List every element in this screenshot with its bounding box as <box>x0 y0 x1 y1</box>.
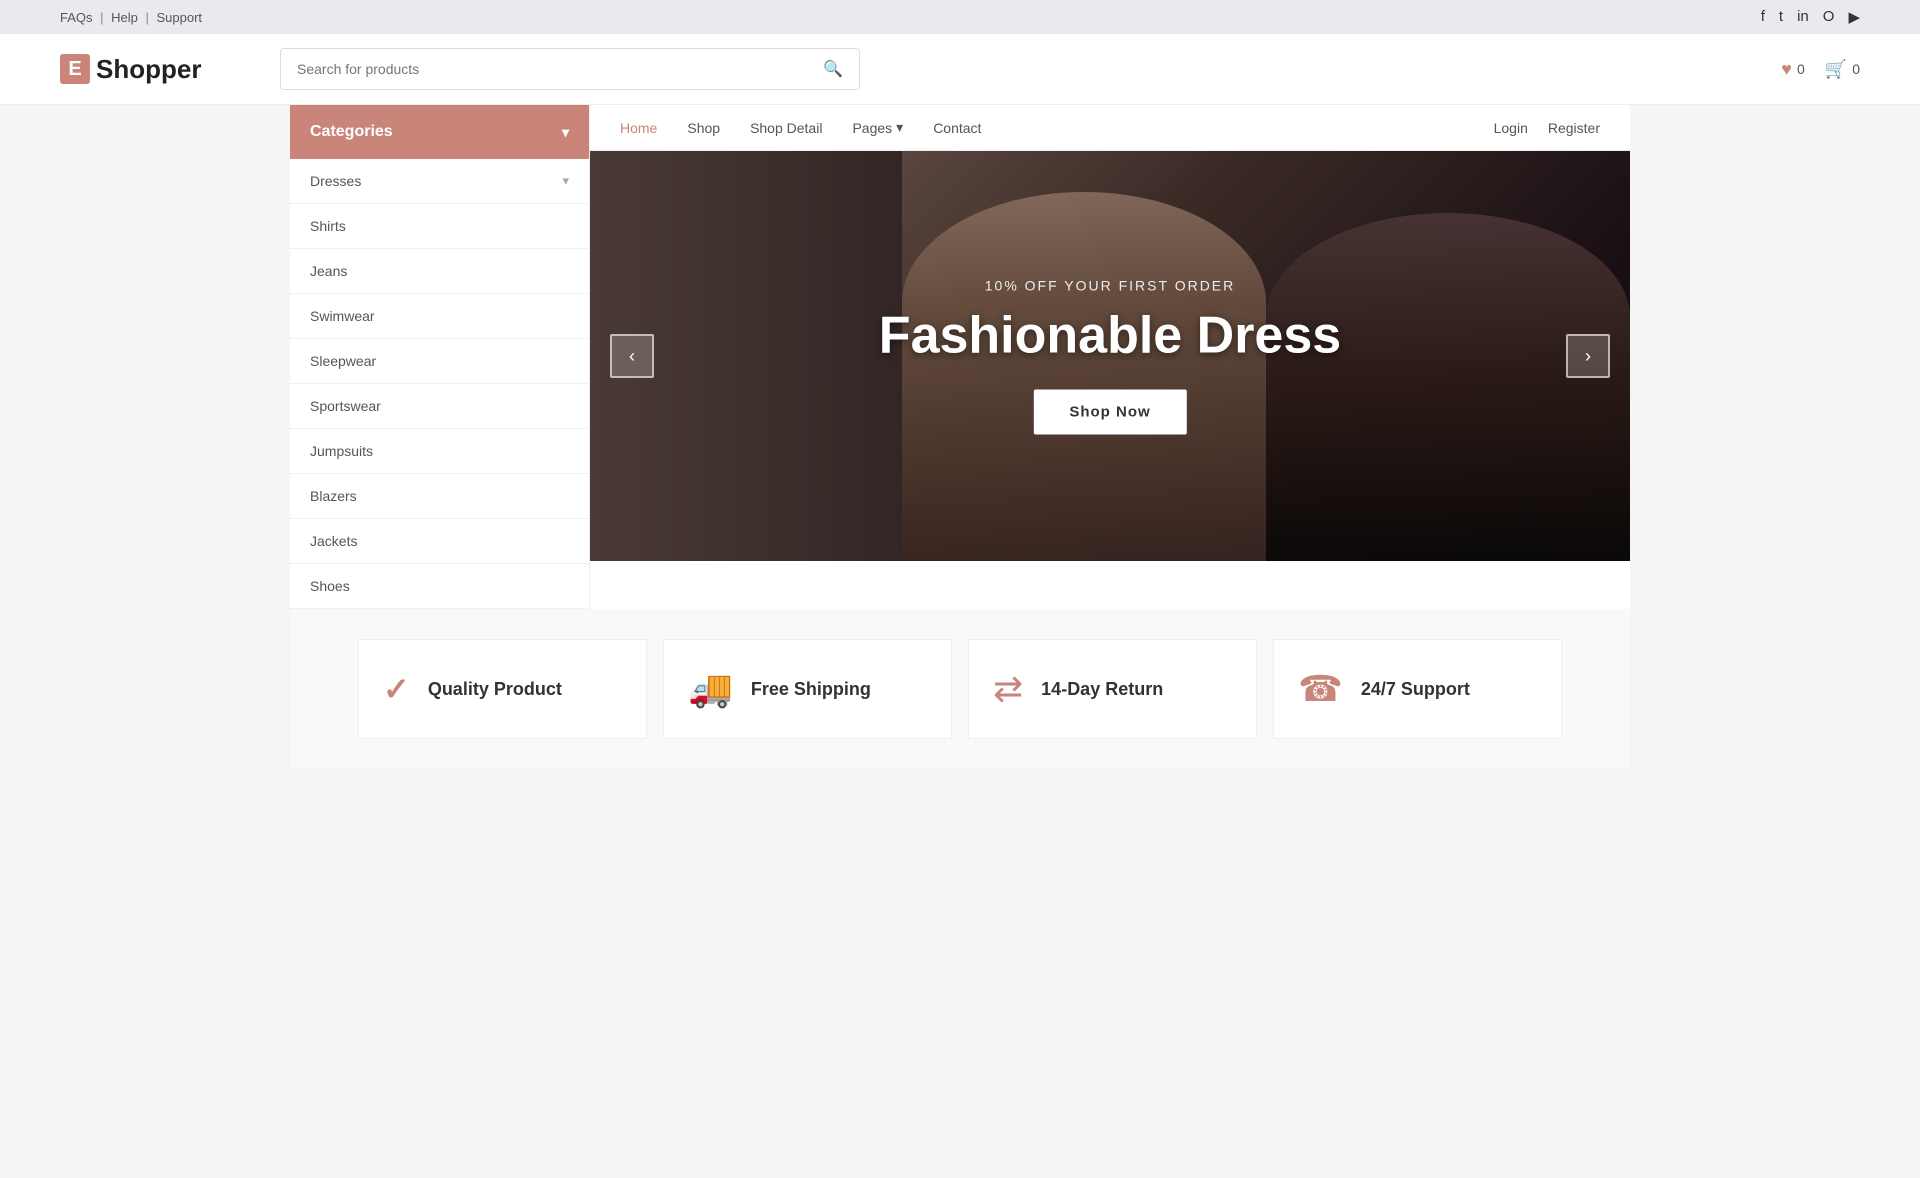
sidebar-item-label: Jumpsuits <box>310 443 373 459</box>
categories-header[interactable]: Categories ▾ <box>290 105 589 159</box>
nav-bar: Home Shop Shop Detail Pages ▾ Contact Lo… <box>590 105 1630 151</box>
chevron-down-icon: ▾ <box>562 173 569 189</box>
slider-prev-button[interactable]: ‹ <box>610 334 654 378</box>
checkmark-icon: ✓ <box>383 670 410 708</box>
content-area: Home Shop Shop Detail Pages ▾ Contact Lo… <box>590 105 1630 609</box>
feature-shipping: 🚚 Free Shipping <box>663 639 952 739</box>
cart-icon: 🛒 <box>1825 59 1847 80</box>
categories-chevron-icon: ▾ <box>562 124 569 141</box>
twitter-icon[interactable]: t <box>1779 8 1783 26</box>
sidebar-item-label: Dresses <box>310 173 361 189</box>
feature-support-label: 24/7 Support <box>1361 679 1470 700</box>
wishlist-action[interactable]: ♥ 0 <box>1781 59 1804 80</box>
phone-icon: ☎ <box>1298 668 1343 710</box>
hero-title: Fashionable Dress <box>879 306 1341 366</box>
sidebar-item-sleepwear[interactable]: Sleepwear <box>290 339 589 384</box>
nav-shop[interactable]: Shop <box>687 120 720 136</box>
hero-slider: 10% OFF YOUR FIRST ORDER Fashionable Dre… <box>590 151 1630 561</box>
nav-links: Home Shop Shop Detail Pages ▾ Contact <box>620 119 981 136</box>
instagram-icon[interactable]: O <box>1823 8 1835 26</box>
nav-auth: Login Register <box>1494 120 1600 136</box>
content-wrapper: Categories ▾ Dresses ▾ Shirts Jeans Swim… <box>290 105 1630 769</box>
sidebar-item-label: Sleepwear <box>310 353 376 369</box>
search-bar: 🔍 <box>280 48 860 90</box>
support-link[interactable]: Support <box>157 10 203 25</box>
faq-link[interactable]: FAQs <box>60 10 93 25</box>
feature-quality: ✓ Quality Product <box>358 639 647 739</box>
pages-chevron-icon: ▾ <box>896 119 903 136</box>
header-actions: ♥ 0 🛒 0 <box>1781 59 1860 80</box>
slider-next-button[interactable]: › <box>1566 334 1610 378</box>
features-section: ✓ Quality Product 🚚 Free Shipping ⇄ 14-D… <box>290 609 1630 769</box>
feature-return-label: 14-Day Return <box>1041 679 1163 700</box>
sidebar-item-sportswear[interactable]: Sportswear <box>290 384 589 429</box>
nav-pages[interactable]: Pages ▾ <box>852 119 903 136</box>
sidebar-item-swimwear[interactable]: Swimwear <box>290 294 589 339</box>
sidebar-item-label: Jackets <box>310 533 357 549</box>
feature-support: ☎ 24/7 Support <box>1273 639 1562 739</box>
sidebar-item-jumpsuits[interactable]: Jumpsuits <box>290 429 589 474</box>
sidebar-item-label: Shoes <box>310 578 350 594</box>
top-bar-social: f t in O ▶ <box>1761 8 1860 26</box>
sidebar-item-shirts[interactable]: Shirts <box>290 204 589 249</box>
sidebar-item-label: Sportswear <box>310 398 381 414</box>
register-link[interactable]: Register <box>1548 120 1600 136</box>
feature-return: ⇄ 14-Day Return <box>968 639 1257 739</box>
login-link[interactable]: Login <box>1494 120 1528 136</box>
shop-now-button[interactable]: Shop Now <box>1033 390 1186 435</box>
sidebar-item-label: Shirts <box>310 218 346 234</box>
sidebar-item-blazers[interactable]: Blazers <box>290 474 589 519</box>
nav-shop-detail[interactable]: Shop Detail <box>750 120 822 136</box>
main-layout: Categories ▾ Dresses ▾ Shirts Jeans Swim… <box>290 105 1630 609</box>
return-icon: ⇄ <box>993 668 1023 710</box>
sidebar-item-label: Jeans <box>310 263 347 279</box>
sidebar-item-jeans[interactable]: Jeans <box>290 249 589 294</box>
help-link[interactable]: Help <box>111 10 138 25</box>
search-button[interactable]: 🔍 <box>807 49 859 89</box>
search-input[interactable] <box>281 49 807 89</box>
facebook-icon[interactable]: f <box>1761 8 1765 26</box>
feature-shipping-label: Free Shipping <box>751 679 871 700</box>
categories-label: Categories <box>310 123 393 141</box>
top-bar-links: FAQs | Help | Support <box>60 10 202 25</box>
top-bar: FAQs | Help | Support f t in O ▶ <box>0 0 1920 34</box>
linkedin-icon[interactable]: in <box>1797 8 1809 26</box>
youtube-icon[interactable]: ▶ <box>1848 8 1860 26</box>
sidebar: Categories ▾ Dresses ▾ Shirts Jeans Swim… <box>290 105 590 609</box>
nav-home[interactable]: Home <box>620 120 657 136</box>
sidebar-item-label: Swimwear <box>310 308 375 324</box>
feature-quality-label: Quality Product <box>428 679 562 700</box>
sidebar-item-dresses[interactable]: Dresses ▾ <box>290 159 589 204</box>
cart-action[interactable]: 🛒 0 <box>1825 59 1860 80</box>
wishlist-count: 0 <box>1797 61 1805 77</box>
hero-subtitle: 10% OFF YOUR FIRST ORDER <box>879 278 1341 294</box>
sidebar-item-label: Blazers <box>310 488 357 504</box>
sidebar-item-shoes[interactable]: Shoes <box>290 564 589 609</box>
logo[interactable]: E Shopper <box>60 54 260 85</box>
cart-count: 0 <box>1852 61 1860 77</box>
site-header: E Shopper 🔍 ♥ 0 🛒 0 <box>0 34 1920 105</box>
logo-text: Shopper <box>96 54 201 85</box>
logo-letter: E <box>60 54 90 84</box>
hero-content: 10% OFF YOUR FIRST ORDER Fashionable Dre… <box>879 278 1341 435</box>
nav-contact[interactable]: Contact <box>933 120 981 136</box>
heart-icon: ♥ <box>1781 59 1792 80</box>
truck-icon: 🚚 <box>688 668 733 710</box>
sidebar-item-jackets[interactable]: Jackets <box>290 519 589 564</box>
